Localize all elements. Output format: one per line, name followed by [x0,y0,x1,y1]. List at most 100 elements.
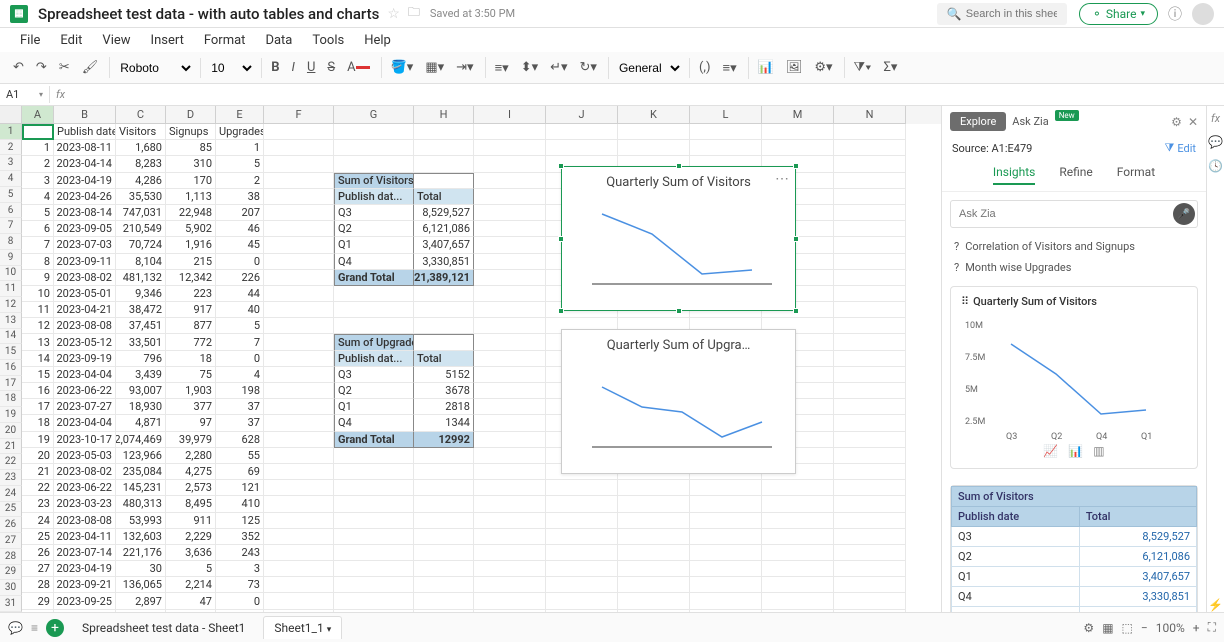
cell-reference[interactable]: A1 ▾ [0,86,50,103]
row-header-13[interactable]: 13 [0,313,22,329]
row-header-31[interactable]: 31 [0,596,22,612]
cell[interactable] [474,561,546,577]
cell[interactable]: Grand Total [334,270,414,286]
cell[interactable] [834,383,906,399]
cell[interactable] [834,561,906,577]
row-header-21[interactable]: 21 [0,439,22,455]
cell[interactable]: 4 [216,367,264,383]
cell[interactable]: 21 [22,464,54,480]
cell[interactable]: 2023-05-01 [54,286,116,302]
menu-data[interactable]: Data [255,31,302,50]
cell[interactable]: 37 [216,415,264,431]
cell[interactable] [264,367,334,383]
zia-search[interactable]: 🎤 [950,200,1198,228]
cell[interactable]: 772 [166,334,216,350]
cell[interactable]: 136,065 [116,577,166,593]
cell[interactable] [264,286,334,302]
strike-icon[interactable]: S [322,57,340,78]
cell[interactable]: 2,897 [116,593,166,609]
cell[interactable] [414,286,474,302]
cell[interactable]: 4 [22,189,54,205]
cell[interactable]: 2023-04-21 [54,302,116,318]
cell[interactable]: 481,132 [116,270,166,286]
cell[interactable]: 3,636 [166,545,216,561]
cell[interactable] [334,318,414,334]
cell[interactable]: 132,603 [116,529,166,545]
cell[interactable]: 1,680 [116,140,166,156]
row-header-18[interactable]: 18 [0,391,22,407]
cell[interactable] [474,545,546,561]
cell[interactable]: Upgrades [216,124,264,140]
cell[interactable] [474,383,546,399]
cell[interactable] [834,334,906,350]
cell[interactable]: Publish dat... [334,189,414,205]
cell[interactable] [264,577,334,593]
cell[interactable]: 145,231 [116,480,166,496]
cell[interactable]: 9 [22,270,54,286]
cell[interactable]: 13 [22,334,54,350]
cell[interactable]: 2023-08-02 [54,464,116,480]
cell[interactable]: 221,176 [116,545,166,561]
cell[interactable]: 9,346 [116,286,166,302]
col-header-K[interactable]: K [618,106,690,124]
row-header-5[interactable]: 5 [0,187,22,203]
cell[interactable] [834,124,906,140]
cell[interactable] [834,351,906,367]
cell[interactable]: 5,902 [166,221,216,237]
cell[interactable]: 2023-09-19 [54,351,116,367]
cell[interactable]: Sum of Upgrades [334,334,414,350]
cell[interactable]: 352 [216,529,264,545]
cell[interactable] [690,577,762,593]
cell[interactable] [618,513,690,529]
cell[interactable]: 2023-08-02 [54,270,116,286]
row-header-27[interactable]: 27 [0,533,22,549]
row-header-4[interactable]: 4 [0,171,22,187]
align-h-icon[interactable]: ≡▾ [490,57,514,79]
cell[interactable]: 16 [22,383,54,399]
underline-icon[interactable]: U [302,57,320,78]
cell[interactable] [264,205,334,221]
cell[interactable]: 1 [22,140,54,156]
cell[interactable] [474,286,546,302]
column-chart-icon[interactable]: ▥ [1093,444,1104,458]
cell[interactable] [474,513,546,529]
cell[interactable] [834,448,906,464]
folder-icon[interactable]: 🗀 [408,3,420,24]
cell[interactable]: 53,993 [116,513,166,529]
cell[interactable] [264,334,334,350]
cell[interactable] [834,593,906,609]
cell[interactable]: 123,966 [116,448,166,464]
cell[interactable]: 4,275 [166,464,216,480]
cell[interactable] [762,496,834,512]
font-select[interactable]: Roboto [114,58,194,78]
cell[interactable] [546,529,618,545]
cell[interactable]: 8,529,527 [414,205,474,221]
cell[interactable] [474,464,546,480]
cell[interactable]: 2 [22,156,54,172]
cell[interactable]: 44 [216,286,264,302]
cell[interactable] [834,318,906,334]
cell[interactable] [762,140,834,156]
cell[interactable]: 5 [216,318,264,334]
share-button[interactable]: ⚬ Share ▾ [1079,3,1158,25]
cell[interactable]: 7 [22,237,54,253]
cell[interactable]: 38 [216,189,264,205]
cell[interactable]: 747,031 [116,205,166,221]
sheet-tab-2[interactable]: Sheet1_1 ▾ [263,616,342,639]
image-icon[interactable]: 🖼 [781,57,808,78]
cell[interactable]: Q3 [334,367,414,383]
row-header-15[interactable]: 15 [0,344,22,360]
fullscreen-icon[interactable]: ⛶ [1208,620,1216,635]
cell[interactable] [334,464,414,480]
cell[interactable]: Visitors [116,124,166,140]
cell[interactable]: 8,495 [166,496,216,512]
col-header-E[interactable]: E [216,106,264,124]
cell[interactable] [264,415,334,431]
cell[interactable]: 29 [22,593,54,609]
cell[interactable]: 3 [22,173,54,189]
cell[interactable]: Grand Total [334,432,414,448]
col-header-C[interactable]: C [116,106,166,124]
row-header-6[interactable]: 6 [0,203,22,219]
cell[interactable]: 0 [216,351,264,367]
explore-button[interactable]: Explore [950,112,1006,131]
